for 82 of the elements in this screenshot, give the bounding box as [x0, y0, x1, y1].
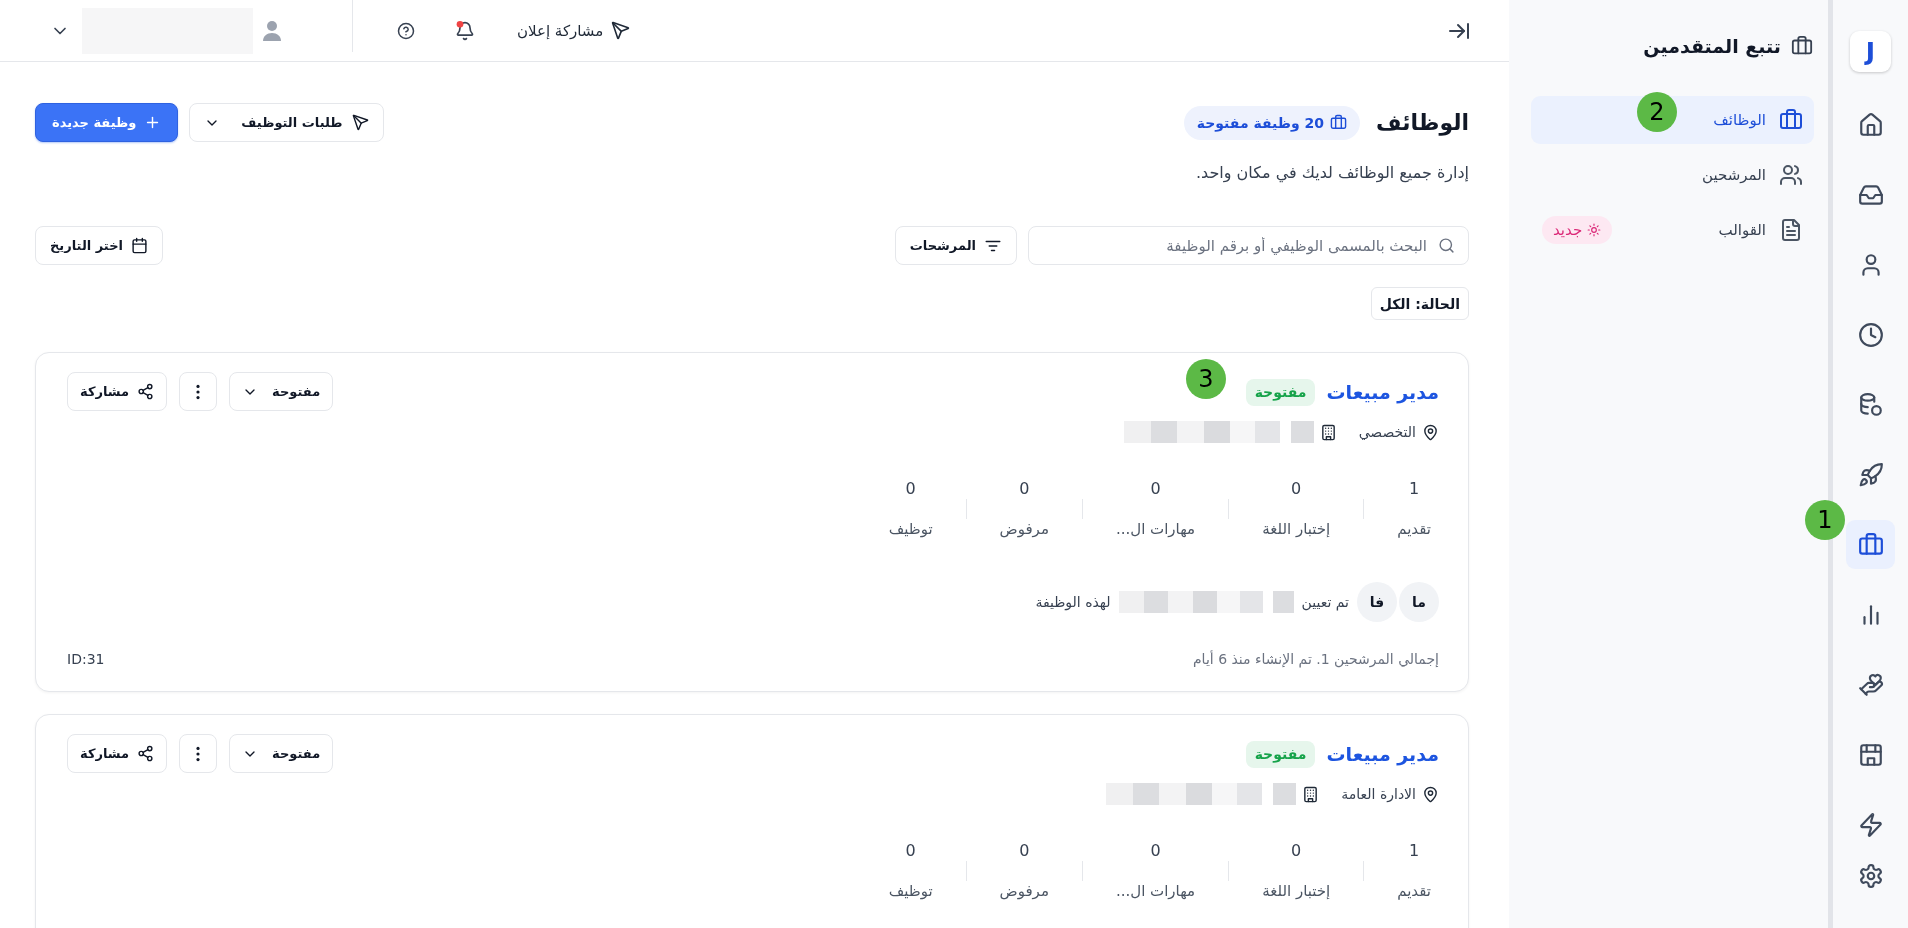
sparkle-icon — [1587, 223, 1602, 237]
coin-stack-icon — [1857, 391, 1884, 418]
stage-label: توظيف — [888, 520, 933, 538]
stage-label: مرفوض — [999, 882, 1049, 900]
stage-label: تقديم — [1397, 882, 1431, 900]
status-dropdown[interactable]: مفتوحة — [229, 734, 334, 773]
settings-icon — [1857, 862, 1884, 889]
share-ad-button[interactable]: مشاركة إعلان — [517, 21, 631, 40]
stage-count: 0 — [1150, 479, 1161, 498]
assigned-text: لهذه الوظيفة — [1035, 594, 1111, 610]
more-vertical-icon — [196, 745, 201, 762]
briefcase-icon — [1857, 531, 1884, 558]
briefcase-icon — [1329, 114, 1347, 131]
location-text: الادارة العامة — [1341, 786, 1416, 802]
share-button[interactable]: مشاركة — [67, 734, 168, 773]
more-vertical-icon — [196, 383, 201, 400]
job-title[interactable]: مدير مبيعات — [1326, 743, 1439, 765]
map-pin-icon — [1422, 785, 1439, 803]
stage-count: 0 — [1150, 841, 1161, 860]
stage-label: مرفوض — [999, 520, 1049, 538]
help-icon — [397, 21, 415, 40]
users-icon — [1779, 163, 1803, 187]
stage-count: 1 — [1409, 841, 1420, 860]
home-icon — [1857, 111, 1884, 138]
hand-heart-icon — [1857, 671, 1884, 698]
filters-button[interactable]: المرشحات — [894, 226, 1017, 265]
building-icon — [1302, 785, 1320, 803]
step-number-marker: 1 — [1805, 500, 1845, 540]
stage-count: 1 — [1409, 479, 1420, 498]
map-pin-icon — [1422, 423, 1439, 441]
new-label: جديد — [1553, 221, 1583, 239]
job-requests-dropdown[interactable]: طلبات التوظيف — [189, 103, 384, 142]
briefcase-icon — [1779, 108, 1803, 132]
stage-count: 0 — [1019, 479, 1030, 498]
stage-label: إختبار اللغة — [1262, 882, 1331, 900]
briefcase-icon — [1791, 35, 1813, 57]
location-text: التخصصي — [1358, 424, 1416, 440]
share-icon — [137, 383, 155, 400]
share-button[interactable]: مشاركة — [67, 372, 168, 411]
assigned-text: تم تعيين — [1301, 594, 1349, 610]
status-badge: مفتوحة — [1245, 378, 1316, 406]
step-number-marker: 3 — [1186, 359, 1226, 399]
assignee-avatar: فا — [1357, 582, 1397, 622]
sidebar-item[interactable]: المرشحين — [1531, 151, 1814, 199]
building-icon — [1319, 423, 1337, 441]
stage-label: توظيف — [888, 882, 933, 900]
share-icon — [137, 745, 155, 762]
job-title[interactable]: مدير مبيعات — [1326, 381, 1439, 403]
clock-icon — [1857, 321, 1884, 348]
send-icon — [351, 114, 369, 131]
storefront-icon — [1857, 741, 1884, 768]
page-subtitle: إدارة جميع الوظائف لديك في مكان واحد. — [1194, 162, 1469, 185]
user-avatar-icon — [261, 19, 283, 42]
briefcase-nav-button[interactable] — [1846, 520, 1895, 569]
status-filter-chip[interactable]: الحالة: الكل — [1370, 287, 1469, 320]
stage-label: مهارات ال... — [1115, 882, 1196, 900]
app-logo[interactable]: J — [1850, 31, 1891, 72]
new-job-button[interactable]: وظيفة جديدة — [35, 103, 179, 142]
stage-count: 0 — [1291, 841, 1302, 860]
status-badge: مفتوحة — [1245, 740, 1316, 768]
stage-label: إختبار اللغة — [1262, 520, 1331, 538]
stage-count: 0 — [905, 479, 916, 498]
stage-label: مهارات ال... — [1115, 520, 1196, 538]
search-icon — [1438, 237, 1455, 254]
assignee-avatar: ما — [1399, 582, 1439, 622]
sidebar-item[interactable]: القوالب جديد — [1531, 206, 1814, 254]
sidebar-title: تتبع المتقدمين — [1643, 35, 1781, 57]
document-icon — [1779, 218, 1803, 242]
stage-count: 0 — [1019, 841, 1030, 860]
send-icon — [611, 21, 631, 40]
stage-label: تقديم — [1397, 520, 1431, 538]
date-picker-button[interactable]: اختر التاريخ — [35, 226, 163, 265]
page-title: الوظائف — [1375, 110, 1469, 135]
stage-count: 0 — [905, 841, 916, 860]
rocket-icon — [1857, 461, 1884, 488]
calendar-icon — [131, 237, 148, 254]
open-jobs-count: 20 وظيفة مفتوحة — [1196, 114, 1324, 131]
status-dropdown[interactable]: مفتوحة — [229, 372, 334, 411]
stage-count: 0 — [1291, 479, 1302, 498]
lightning-icon — [1857, 811, 1884, 838]
job-summary: إجمالي المرشحين 1. تم الإنشاء منذ 6 أيام — [1192, 651, 1439, 667]
job-id: ID:31 — [67, 651, 105, 667]
